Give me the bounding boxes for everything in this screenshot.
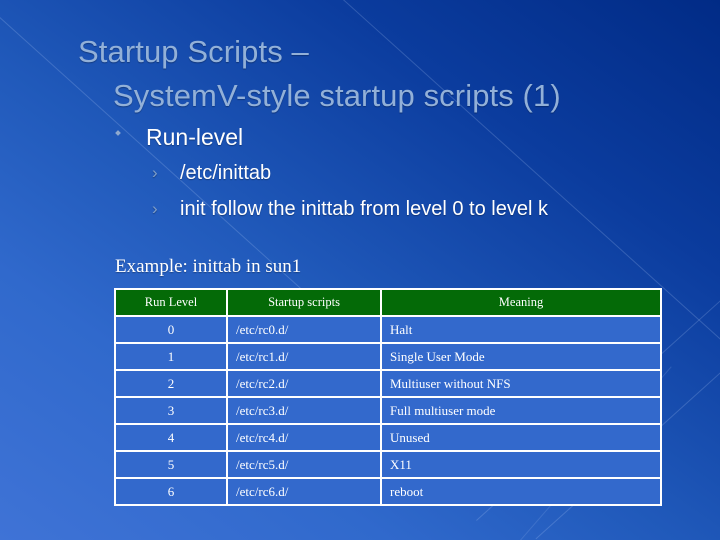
diamond-bullet-icon — [115, 130, 121, 136]
bullet-item-run-level: Run-level — [112, 122, 692, 152]
cell-meaning: Full multiuser mode — [382, 398, 660, 423]
cell-run-level: 2 — [116, 371, 226, 396]
table-header: Run Level Startup scripts Meaning — [116, 290, 660, 315]
column-header-startup-scripts: Startup scripts — [228, 290, 380, 315]
column-header-run-level: Run Level — [116, 290, 226, 315]
example-caption: Example: inittab in sun1 — [115, 256, 302, 277]
table-row: 3 /etc/rc3.d/ Full multiuser mode — [116, 398, 660, 423]
bullet-label: Run-level — [146, 124, 244, 150]
cell-startup-script: /etc/rc4.d/ — [228, 425, 380, 450]
table-header-row: Run Level Startup scripts Meaning — [116, 290, 660, 315]
table-body: 0 /etc/rc0.d/ Halt 1 /etc/rc1.d/ Single … — [116, 317, 660, 504]
cell-startup-script: /etc/rc6.d/ — [228, 479, 380, 504]
slide-title-line-2: SystemV-style startup scripts (1) — [113, 78, 561, 114]
bullet-item-init-follow: › init follow the inittab from level 0 t… — [112, 194, 692, 224]
cell-startup-script: /etc/rc1.d/ — [228, 344, 380, 369]
bullet-item-inittab-path: › /etc/inittab — [112, 158, 692, 188]
cell-meaning: Single User Mode — [382, 344, 660, 369]
cell-startup-script: /etc/rc0.d/ — [228, 317, 380, 342]
cell-meaning: Halt — [382, 317, 660, 342]
table-row: 6 /etc/rc6.d/ reboot — [116, 479, 660, 504]
bullet-list: Run-level › /etc/inittab › init follow t… — [112, 122, 692, 224]
inittab-runlevel-table: Run Level Startup scripts Meaning 0 /etc… — [114, 288, 662, 506]
cell-startup-script: /etc/rc3.d/ — [228, 398, 380, 423]
slide-title: Startup Scripts – SystemV-style startup … — [78, 30, 688, 118]
cell-meaning: X11 — [382, 452, 660, 477]
presentation-slide: Startup Scripts – SystemV-style startup … — [0, 0, 720, 540]
chevron-bullet-icon: › — [152, 199, 158, 218]
cell-run-level: 4 — [116, 425, 226, 450]
cell-meaning: Multiuser without NFS — [382, 371, 660, 396]
cell-run-level: 6 — [116, 479, 226, 504]
cell-run-level: 1 — [116, 344, 226, 369]
cell-startup-script: /etc/rc5.d/ — [228, 452, 380, 477]
table-row: 4 /etc/rc4.d/ Unused — [116, 425, 660, 450]
table-row: 5 /etc/rc5.d/ X11 — [116, 452, 660, 477]
cell-startup-script: /etc/rc2.d/ — [228, 371, 380, 396]
column-header-meaning: Meaning — [382, 290, 660, 315]
table-row: 0 /etc/rc0.d/ Halt — [116, 317, 660, 342]
cell-run-level: 5 — [116, 452, 226, 477]
table-row: 1 /etc/rc1.d/ Single User Mode — [116, 344, 660, 369]
cell-run-level: 3 — [116, 398, 226, 423]
slide-title-line-1: Startup Scripts – — [78, 34, 309, 69]
cell-meaning: Unused — [382, 425, 660, 450]
bullet-label: init follow the inittab from level 0 to … — [180, 198, 548, 220]
cell-meaning: reboot — [382, 479, 660, 504]
chevron-bullet-icon: › — [152, 163, 158, 182]
cell-run-level: 0 — [116, 317, 226, 342]
table-row: 2 /etc/rc2.d/ Multiuser without NFS — [116, 371, 660, 396]
bullet-label: /etc/inittab — [180, 162, 272, 184]
